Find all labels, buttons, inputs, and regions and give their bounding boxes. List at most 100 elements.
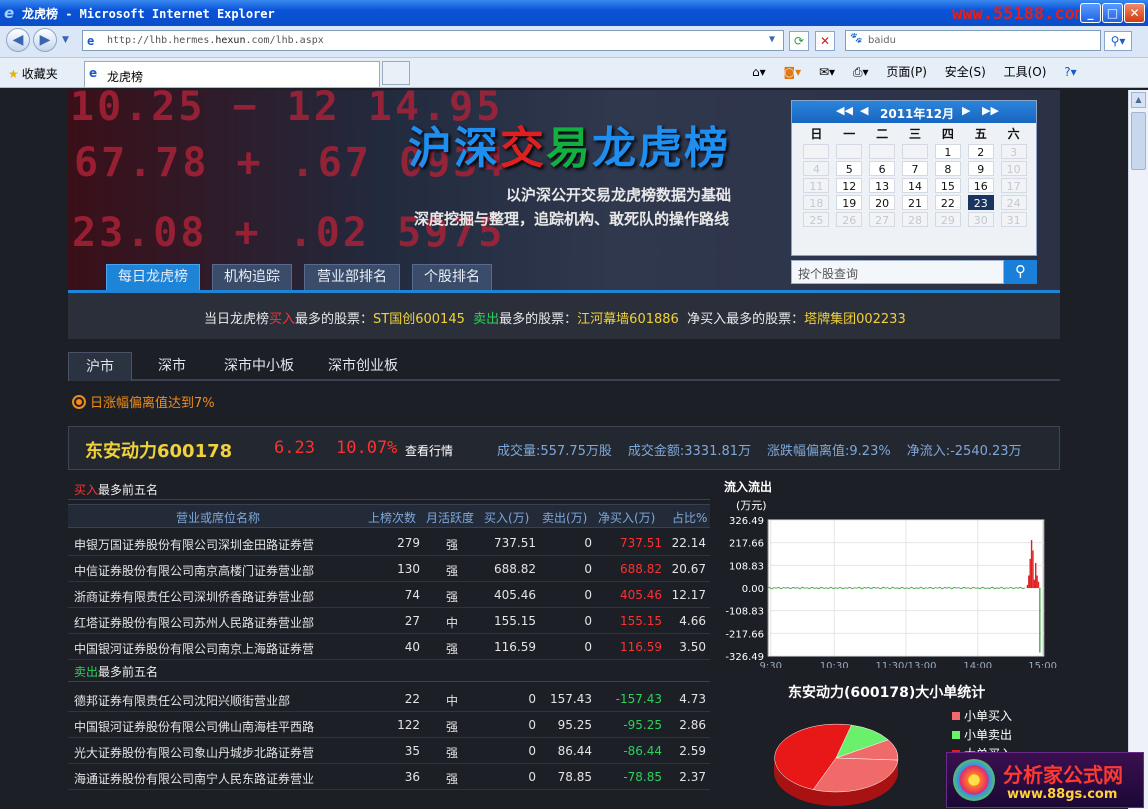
calendar-day[interactable]: 9: [964, 161, 997, 178]
x-tick-label: 10:30: [820, 661, 849, 668]
calendar-day[interactable]: 13: [866, 178, 899, 195]
calendar-day[interactable]: 12: [833, 178, 866, 195]
new-tab-button[interactable]: [382, 61, 410, 85]
next-month-icon[interactable]: ▶: [962, 104, 970, 117]
calendar-day[interactable]: [833, 144, 866, 161]
stock-search-input[interactable]: 按个股查询: [791, 260, 1004, 284]
ad-banner[interactable]: 分析家公式网 www.88gs.com: [946, 752, 1144, 808]
table-row[interactable]: 中信证券股份有限公司南京高楼门证券营业部 130 强 688.82 0 688.82 20.…: [68, 556, 710, 582]
calendar-day[interactable]: 11: [800, 178, 833, 195]
print-icon[interactable]: ⎙▾: [853, 65, 869, 79]
nav-tab-stock-ranking[interactable]: 个股排名: [412, 264, 492, 290]
flow-chart-title: 流入流出: [724, 480, 773, 494]
calendar-day[interactable]: 19: [833, 195, 866, 212]
table-row[interactable]: 中国银河证券股份有限公司南京上海路证券营 40 强 116.59 0 116.59 3.50: [68, 634, 710, 660]
address-dropdown-icon[interactable]: ▼: [769, 34, 775, 45]
calendar-day[interactable]: 7: [899, 161, 932, 178]
next-year-icon[interactable]: ▶▶: [982, 104, 999, 117]
calendar-day[interactable]: 2: [964, 144, 997, 161]
calendar-day[interactable]: [866, 144, 899, 161]
minimize-button[interactable]: _: [1080, 3, 1101, 23]
table-cell: -86.44: [623, 744, 662, 758]
refresh-button[interactable]: ⟳: [789, 31, 809, 51]
calendar-day[interactable]: 18: [800, 195, 833, 212]
back-button[interactable]: ◀: [6, 28, 30, 52]
nav-tab-institutions[interactable]: 机构追踪: [212, 264, 292, 290]
maximize-button[interactable]: □: [1102, 3, 1123, 23]
calendar-day[interactable]: 26: [833, 212, 866, 229]
help-icon[interactable]: ?▾: [1064, 65, 1076, 79]
calendar-day[interactable]: 6: [866, 161, 899, 178]
calendar-day[interactable]: 3: [997, 144, 1030, 161]
search-button[interactable]: ⚲▾: [1104, 31, 1132, 51]
hero-title: 沪深交易龙虎榜: [408, 123, 730, 174]
table-cell: 279: [397, 536, 420, 550]
safety-menu[interactable]: 安全(S): [945, 65, 986, 79]
page-menu[interactable]: 页面(P): [886, 65, 927, 79]
vertical-scrollbar[interactable]: ▲: [1128, 90, 1148, 809]
calendar-day[interactable]: 16: [964, 178, 997, 195]
table-row[interactable]: 浙商证券有限责任公司深圳侨香路证券营业部 74 强 405.46 0 405.46 12.1…: [68, 582, 710, 608]
table-row[interactable]: 光大证券股份有限公司象山丹城步北路证券营 35 强 0 86.44 -86.44 2.59: [68, 738, 710, 764]
calendar-day[interactable]: 4: [800, 161, 833, 178]
prev-month-icon[interactable]: ◀: [860, 104, 868, 117]
calendar-day[interactable]: 1: [931, 144, 964, 161]
calendar-day[interactable]: 5: [833, 161, 866, 178]
calendar-day[interactable]: 15: [931, 178, 964, 195]
history-dropdown-icon[interactable]: ▼: [62, 35, 69, 45]
scroll-thumb[interactable]: [1131, 112, 1146, 170]
tab-chinext[interactable]: 深市创业板: [318, 352, 408, 381]
mail-icon[interactable]: ✉▾: [819, 65, 835, 79]
search-box[interactable]: 🐾 baidu: [845, 30, 1101, 51]
tab-shanghai[interactable]: 沪市: [68, 352, 132, 381]
calendar-day[interactable]: 30: [964, 212, 997, 229]
tab-sme-board[interactable]: 深市中小板: [214, 352, 304, 381]
feeds-icon[interactable]: ◙▾: [783, 65, 801, 79]
calendar-day[interactable]: 14: [899, 178, 932, 195]
calendar-day[interactable]: 17: [997, 178, 1030, 195]
nav-tab-daily[interactable]: 每日龙虎榜: [106, 264, 200, 290]
prev-year-icon[interactable]: ◀◀: [836, 104, 853, 117]
calendar-day[interactable]: [800, 144, 833, 161]
close-button[interactable]: ✕: [1124, 3, 1145, 23]
browser-tab[interactable]: e 龙虎榜: [84, 61, 380, 87]
favorites-button[interactable]: ★ 收藏夹: [8, 65, 58, 82]
calendar-day[interactable]: 25: [800, 212, 833, 229]
radio-selected-icon[interactable]: [72, 395, 86, 409]
search-icon[interactable]: ⚲: [1004, 260, 1037, 284]
nav-tab-branch-ranking[interactable]: 营业部排名: [304, 264, 400, 290]
stop-button[interactable]: ✕: [815, 31, 835, 51]
table-row[interactable]: 中国银河证券股份有限公司佛山南海桂平西路 122 强 0 95.25 -95.25 2.86: [68, 712, 710, 738]
calendar-day[interactable]: 27: [866, 212, 899, 229]
table-row[interactable]: 德邦证券有限责任公司沈阳兴顺街营业部 22 中 0 157.43 -157.43 4.73: [68, 686, 710, 712]
calendar-day[interactable]: 24: [997, 195, 1030, 212]
forward-button[interactable]: ▶: [33, 28, 57, 52]
calendar-day[interactable]: [899, 144, 932, 161]
calendar-day[interactable]: 31: [997, 212, 1030, 229]
tab-shenzhen[interactable]: 深市: [144, 352, 200, 381]
stock-name: 东安动力600178: [85, 441, 233, 462]
calendar-day[interactable]: 23: [964, 195, 997, 212]
top-buy-stock-link[interactable]: ST国创600145: [373, 312, 465, 327]
view-quote-link[interactable]: 查看行情: [405, 442, 453, 459]
stock-change: 10.07%: [336, 438, 398, 458]
calendar-day[interactable]: 29: [931, 212, 964, 229]
star-icon: ★: [8, 67, 19, 81]
address-bar[interactable]: e http://lhb.hermes.hexun.com/lhb.aspx ▼: [82, 30, 784, 51]
filter-option[interactable]: 日涨幅偏离值达到7%: [72, 392, 215, 411]
table-row[interactable]: 申银万国证券股份有限公司深圳金田路证券营 279 强 737.51 0 737.51 22.…: [68, 530, 710, 556]
branch-name: 光大证券股份有限公司象山丹城步北路证券营: [74, 746, 315, 760]
scroll-up-icon[interactable]: ▲: [1131, 92, 1146, 108]
table-row[interactable]: 红塔证券股份有限公司苏州人民路证券营业部 27 中 155.15 0 155.15 4.66: [68, 608, 710, 634]
table-row[interactable]: 海通证券股份有限公司南宁人民东路证券营业 36 强 0 78.85 -78.85 2.37: [68, 764, 710, 790]
calendar-day[interactable]: 20: [866, 195, 899, 212]
top-sell-stock-link[interactable]: 江河幕墙601886: [577, 312, 679, 327]
calendar-day[interactable]: 28: [899, 212, 932, 229]
calendar-day[interactable]: 21: [899, 195, 932, 212]
calendar-day[interactable]: 22: [931, 195, 964, 212]
home-icon[interactable]: ⌂▾: [752, 65, 766, 79]
top-net-buy-stock-link[interactable]: 塔牌集团002233: [804, 312, 906, 327]
calendar-day[interactable]: 10: [997, 161, 1030, 178]
calendar-day[interactable]: 8: [931, 161, 964, 178]
tools-menu[interactable]: 工具(O): [1004, 65, 1047, 79]
